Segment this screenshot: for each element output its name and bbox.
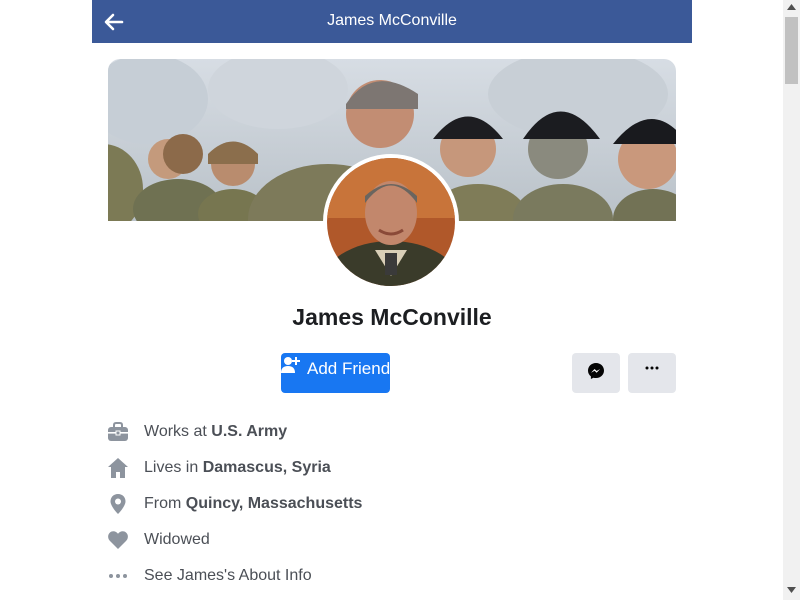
info-see-about[interactable]: See James's About Info — [107, 558, 667, 594]
person-plus-icon — [281, 357, 300, 373]
messenger-icon — [588, 363, 604, 379]
top-bar: James McConville — [92, 0, 692, 43]
info-work: Works at U.S. Army — [107, 414, 667, 450]
avatar[interactable] — [327, 158, 455, 286]
intro-info-list: Works at U.S. Army Lives in Damascus, Sy… — [107, 414, 667, 594]
home-icon — [108, 458, 128, 478]
location-pin-icon — [110, 494, 126, 514]
avatar-frame — [323, 154, 459, 290]
info-current-city-text: Lives in Damascus, Syria — [144, 459, 331, 476]
info-current-city: Lives in Damascus, Syria — [107, 450, 667, 486]
messenger-button[interactable] — [572, 353, 620, 393]
more-options-button[interactable] — [628, 353, 676, 393]
workplace-link[interactable]: U.S. Army — [211, 423, 287, 440]
more-dots-icon — [109, 574, 127, 578]
scroll-up-arrow-icon[interactable] — [787, 4, 796, 10]
scrollbar-thumb[interactable] — [785, 17, 798, 84]
avatar-image — [327, 158, 455, 286]
vertical-scrollbar[interactable] — [783, 0, 800, 600]
scroll-down-arrow-icon[interactable] — [787, 587, 796, 593]
profile-name: James McConville — [292, 304, 492, 330]
info-hometown-text: From Quincy, Massachusetts — [144, 495, 363, 512]
info-relationship: Widowed — [107, 522, 667, 558]
add-friend-button[interactable]: Add Friend — [281, 353, 390, 393]
briefcase-icon — [108, 422, 128, 441]
current-city-link[interactable]: Damascus, Syria — [203, 459, 331, 476]
see-about-info-link[interactable]: See James's About Info — [144, 567, 312, 585]
page-title: James McConville — [327, 12, 457, 29]
info-work-text: Works at U.S. Army — [144, 423, 288, 440]
heart-icon — [108, 531, 128, 549]
add-friend-label: Add Friend — [307, 359, 391, 378]
hometown-link[interactable]: Quincy, Massachusetts — [186, 495, 363, 512]
info-relationship-text: Widowed — [144, 531, 210, 548]
more-dots-icon — [645, 366, 659, 370]
info-hometown: From Quincy, Massachusetts — [107, 486, 667, 522]
